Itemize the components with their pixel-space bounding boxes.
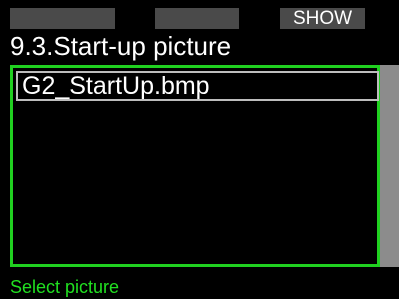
list-scrollbar[interactable] — [380, 65, 399, 267]
middle-softkey-button[interactable] — [155, 8, 239, 29]
left-softkey-button[interactable] — [10, 8, 115, 29]
file-list-panel: G2_StartUp.bmp — [10, 65, 380, 267]
status-hint: Select picture — [10, 277, 120, 297]
device-screen: SHOW 9.3.Start-up picture G2_StartUp.bmp… — [0, 0, 399, 299]
show-softkey-button[interactable]: SHOW — [280, 8, 365, 29]
page-title: 9.3.Start-up picture — [10, 31, 232, 61]
list-item-selected[interactable]: G2_StartUp.bmp — [16, 71, 379, 101]
